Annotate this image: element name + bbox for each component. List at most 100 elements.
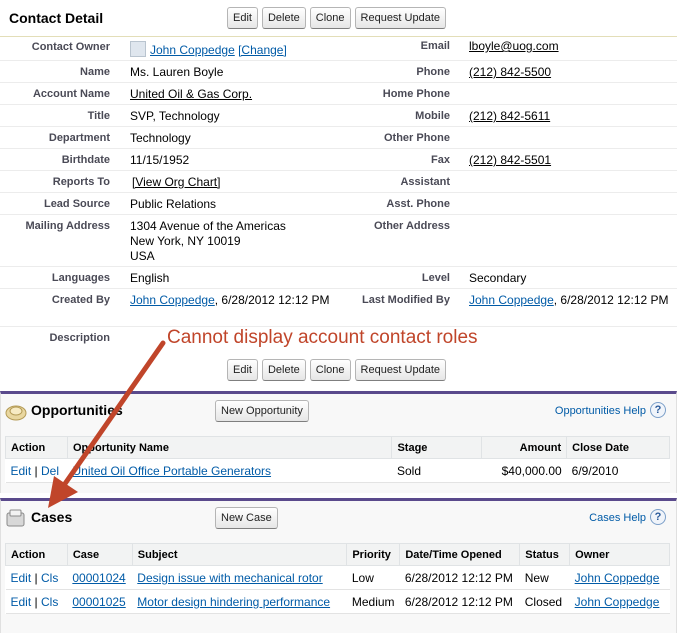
edit-button-bottom[interactable]: Edit [227,359,258,381]
subject-link[interactable]: Motor design hindering performance [137,595,330,609]
other-phone-label: Other Phone [383,132,450,144]
birthdate-value: 11/15/1952 [130,153,190,167]
asst-phone-label: Asst. Phone [386,198,450,210]
description-label: Description [49,332,110,344]
subject-link[interactable]: Design issue with mechanical rotor [137,571,322,585]
column-header-priority[interactable]: Priority [346,543,401,566]
table-header-row: Action Opportunity Name Stage Amount Clo… [5,436,670,459]
field-row-lead-source: Lead Source Public Relations Asst. Phone [0,193,677,215]
avatar [130,41,146,57]
field-row-owner: Contact Owner John Coppedge [Change] Ema… [0,37,677,61]
contact-owner-label: Contact Owner [31,41,110,53]
created-by-user-link[interactable]: John Coppedge [130,293,215,307]
languages-value: English [130,271,170,285]
column-header-opportunity-name[interactable]: Opportunity Name [66,436,393,459]
opportunities-help-link[interactable]: Opportunities Help [555,405,646,417]
field-row-title: Title SVP, Technology Mobile (212) 842-5… [0,105,677,127]
clone-button[interactable]: Clone [309,7,351,29]
opportunities-table: Action Opportunity Name Stage Amount Clo… [5,436,670,483]
case-number-link[interactable]: 00001025 [72,595,125,609]
new-case-button[interactable]: New Case [215,507,278,529]
column-header-amount[interactable]: Amount [481,436,568,459]
column-header-owner[interactable]: Owner [569,543,670,566]
cases-related-list: Cases New Case Cases Help ? Action Case … [0,498,677,633]
table-row: Edit | Cls 00001025 Motor design hinderi… [5,589,670,614]
view-org-chart-link[interactable]: [View Org Chart] [132,175,220,190]
mobile-label: Mobile [415,110,450,122]
field-row-mailing-address: Mailing Address 1304 Avenue of the Ameri… [0,215,677,267]
cases-help-link[interactable]: Cases Help [589,512,646,524]
edit-link[interactable]: Edit [11,571,32,585]
phone-label: Phone [416,66,450,78]
account-name-link[interactable]: United Oil & Gas Corp. [130,87,252,102]
opportunities-title: Opportunities [31,402,123,418]
name-value: Ms. Lauren Boyle [130,65,224,79]
contact-owner-link[interactable]: John Coppedge [150,43,235,57]
owner-cell: John Coppedge [569,565,670,590]
page-title: Contact Detail [9,10,104,26]
action-separator: | [31,594,41,609]
case-number-cell: 00001024 [67,565,133,590]
help-icon[interactable]: ? [650,402,666,418]
owner-link[interactable]: John Coppedge [575,595,660,609]
close-link[interactable]: Cls [41,595,58,609]
change-owner-link[interactable]: [Change] [238,43,287,57]
column-header-case[interactable]: Case [66,543,133,566]
action-separator: | [31,463,41,478]
clone-button-bottom[interactable]: Clone [309,359,351,381]
column-header-action: Action [5,543,68,566]
column-header-status[interactable]: Status [519,543,571,566]
birthdate-label: Birthdate [61,154,110,166]
column-header-subject[interactable]: Subject [131,543,348,566]
delete-link[interactable]: Del [41,464,59,478]
owner-link[interactable]: John Coppedge [575,571,660,585]
field-row-department: Department Technology Other Phone [0,127,677,149]
field-row-birthdate: Birthdate 11/15/1952 Fax (212) 842-5501 [0,149,677,171]
column-header-date-opened[interactable]: Date/Time Opened [399,543,521,566]
created-by-label: Created By [51,294,110,306]
request-update-button[interactable]: Request Update [354,7,447,29]
assistant-label: Assistant [400,176,450,188]
department-value: Technology [130,131,191,145]
last-modified-user-link[interactable]: John Coppedge [469,293,554,307]
mailing-address-value: 1304 Avenue of the Americas New York, NY… [130,219,330,264]
phone-link[interactable]: (212) 842-5500 [469,65,674,80]
detail-toolbar-bottom: Edit Delete Clone Request Update [227,359,447,381]
opportunity-name-link[interactable]: United Oil Office Portable Generators [72,464,271,478]
level-label: Level [421,272,450,284]
close-date-cell: 6/9/2010 [566,458,670,483]
title-value: SVP, Technology [130,109,220,123]
edit-button[interactable]: Edit [227,7,258,29]
case-number-link[interactable]: 00001024 [72,571,125,585]
close-link[interactable]: Cls [41,571,58,585]
name-label: Name [80,66,110,78]
cases-header: Cases New Case Cases Help ? [1,501,676,535]
help-icon[interactable]: ? [650,509,666,525]
email-link[interactable]: lboyle@uog.com [469,39,674,54]
field-row-account: Account Name United Oil & Gas Corp. Home… [0,83,677,105]
subject-cell: Motor design hindering performance [132,589,347,614]
last-modified-label: Last Modified By [361,294,450,306]
column-header-stage[interactable]: Stage [391,436,483,459]
edit-link[interactable]: Edit [11,595,32,609]
opportunities-icon [5,405,27,421]
mailing-address-line2: New York, NY 10019 [130,234,241,248]
action-separator: | [31,570,41,585]
detail-header: Contact Detail Edit Delete Clone Request… [0,0,677,37]
subject-cell: Design issue with mechanical rotor [132,565,347,590]
column-header-close-date[interactable]: Close Date [566,436,670,459]
detail-toolbar-top: Edit Delete Clone Request Update [227,7,447,29]
request-update-button-bottom[interactable]: Request Update [354,359,447,381]
owner-cell: John Coppedge [569,589,670,614]
amount-cell: $40,000.00 [481,458,567,483]
fax-link[interactable]: (212) 842-5501 [469,153,674,168]
mobile-link[interactable]: (212) 842-5611 [469,109,674,124]
delete-button[interactable]: Delete [261,7,306,29]
field-row-languages: Languages English Level Secondary [0,267,677,289]
cases-icon [6,509,25,527]
edit-link[interactable]: Edit [11,464,32,478]
new-opportunity-button[interactable]: New Opportunity [215,400,309,422]
field-row-reports-to: Reports To [View Org Chart] Assistant [0,171,677,193]
level-value: Secondary [469,271,527,285]
delete-button-bottom[interactable]: Delete [261,359,306,381]
